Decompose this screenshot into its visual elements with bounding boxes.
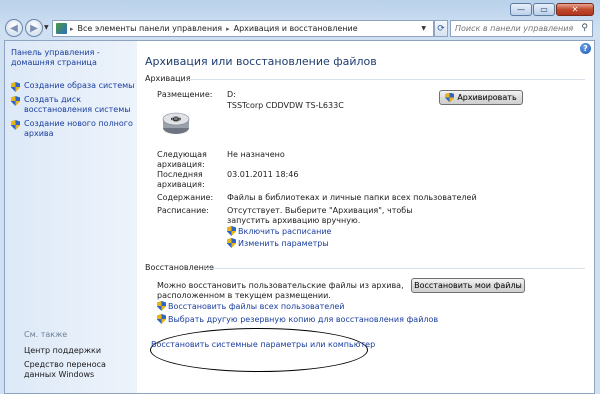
backup-section-title: Архивация [145, 74, 191, 83]
sidebar-item-easy-transfer[interactable]: Средство переноса данных Windows [24, 360, 134, 380]
restore-section-title: Восстановление [145, 263, 214, 272]
enable-schedule-label: Включить расписание [238, 226, 332, 236]
refresh-button[interactable]: ⟳ [434, 20, 448, 37]
sidebar-item-label: Создание нового полного архива [24, 119, 133, 138]
location-drive: D: [227, 90, 236, 99]
change-settings-link[interactable]: Изменить параметры [227, 238, 329, 248]
restore-all-users-link[interactable]: Восстановить файлы всех пользователей [157, 301, 344, 311]
uac-shield-icon [11, 82, 20, 92]
see-also-heading: См. также [24, 330, 68, 339]
main-panel: Архивация или восстановление файлов Архи… [145, 41, 591, 393]
last-backup-label: Последняя архивация: [157, 170, 205, 189]
uac-shield-icon [227, 226, 236, 236]
contents-value: Файлы в библиотеках и личные папки всех … [227, 193, 477, 202]
recover-system-link[interactable]: Восстановить системные параметры или ком… [151, 340, 375, 349]
choose-other-backup-label: Выбрать другую резервную копию для восст… [168, 314, 439, 324]
sidebar-item-create-system-image[interactable]: Создание образа системы [11, 81, 135, 92]
sidebar-item-action-center[interactable]: Центр поддержки [24, 346, 134, 356]
navigation-bar: ◀ ▶ ▼ ▸ Все элементы панели управления ▸… [0, 18, 600, 40]
uac-shield-icon [11, 120, 20, 130]
sidebar-home-link[interactable]: Панель управления - домашняя страница [11, 48, 131, 68]
close-button[interactable]: ✕ [556, 3, 594, 16]
archive-button-label: Архивировать [457, 93, 517, 102]
address-dropdown-icon[interactable]: ▼ [421, 25, 426, 32]
control-panel-icon [56, 23, 67, 34]
uac-shield-icon [157, 301, 166, 311]
sidebar: Панель управления - домашняя страница Со… [5, 41, 137, 393]
refresh-icon: ⟳ [437, 23, 445, 34]
content-area: Панель управления - домашняя страница Со… [4, 40, 595, 394]
sidebar-item-label: Создание образа системы [24, 81, 135, 90]
change-settings-label: Изменить параметры [238, 238, 329, 248]
forward-button[interactable]: ▶ [25, 19, 43, 37]
back-arrow-icon: ◀ [10, 22, 18, 34]
choose-other-backup-link[interactable]: Выбрать другую резервную копию для восст… [157, 314, 438, 324]
forward-arrow-icon: ▶ [30, 22, 38, 34]
next-backup-value: Не назначено [227, 150, 285, 159]
last-backup-value: 03.01.2011 18:46 [227, 170, 299, 179]
schedule-value: Отсутствует. Выберите "Архивация", чтобы… [227, 206, 413, 225]
section-divider [189, 79, 585, 80]
uac-shield-icon [227, 238, 236, 248]
uac-shield-icon [445, 93, 454, 103]
restore-description: Можно восстановить пользовательские файл… [157, 281, 404, 300]
location-device: TSSTcorp CDDVDW TS-L633C [227, 101, 344, 110]
next-backup-label: Следующая архивация: [157, 150, 207, 169]
restore-my-files-button[interactable]: Восстановить мои файлы [411, 278, 525, 293]
search-box[interactable]: ⚲ [450, 20, 593, 37]
dvd-drive-icon: DVD [162, 112, 190, 134]
caption-buttons: — ▭ ✕ [509, 3, 594, 16]
enable-schedule-link[interactable]: Включить расписание [227, 226, 331, 236]
restore-all-users-label: Восстановить файлы всех пользователей [168, 301, 345, 311]
sidebar-item-create-full-backup[interactable]: Создание нового полного архива [11, 119, 135, 139]
breadcrumb-separator-icon[interactable]: ▸ [226, 25, 230, 33]
schedule-label: Расписание: [157, 206, 209, 215]
breadcrumb-separator-icon[interactable]: ▸ [70, 25, 74, 33]
hand-drawn-circle [150, 328, 368, 372]
archive-button[interactable]: Архивировать [439, 90, 523, 105]
breadcrumb-backup-restore[interactable]: Архивация и восстановление [234, 24, 358, 33]
sidebar-item-create-recovery-disc[interactable]: Создать диск восстановления системы [11, 95, 135, 115]
section-divider [205, 268, 585, 269]
location-label: Размещение: [157, 90, 213, 99]
uac-shield-icon [11, 96, 20, 106]
uac-shield-icon [157, 314, 166, 324]
search-icon[interactable]: ⚲ [581, 23, 588, 33]
page-title: Архивация или восстановление файлов [145, 55, 377, 68]
contents-label: Содержание: [157, 193, 214, 202]
svg-text:DVD: DVD [172, 117, 181, 122]
breadcrumb-all-items[interactable]: Все элементы панели управления [78, 24, 223, 33]
minimize-button[interactable]: — [510, 3, 532, 16]
window-frame: — ▭ ✕ ◀ ▶ ▼ ▸ Все элементы панели управл… [0, 0, 600, 394]
back-button[interactable]: ◀ [5, 19, 23, 37]
sidebar-item-label: Создать диск восстановления системы [24, 95, 131, 114]
address-bar[interactable]: ▸ Все элементы панели управления ▸ Архив… [52, 20, 434, 37]
search-input[interactable] [455, 24, 575, 33]
maximize-button[interactable]: ▭ [533, 3, 555, 16]
recent-pages-dropdown[interactable]: ▼ [44, 24, 49, 31]
